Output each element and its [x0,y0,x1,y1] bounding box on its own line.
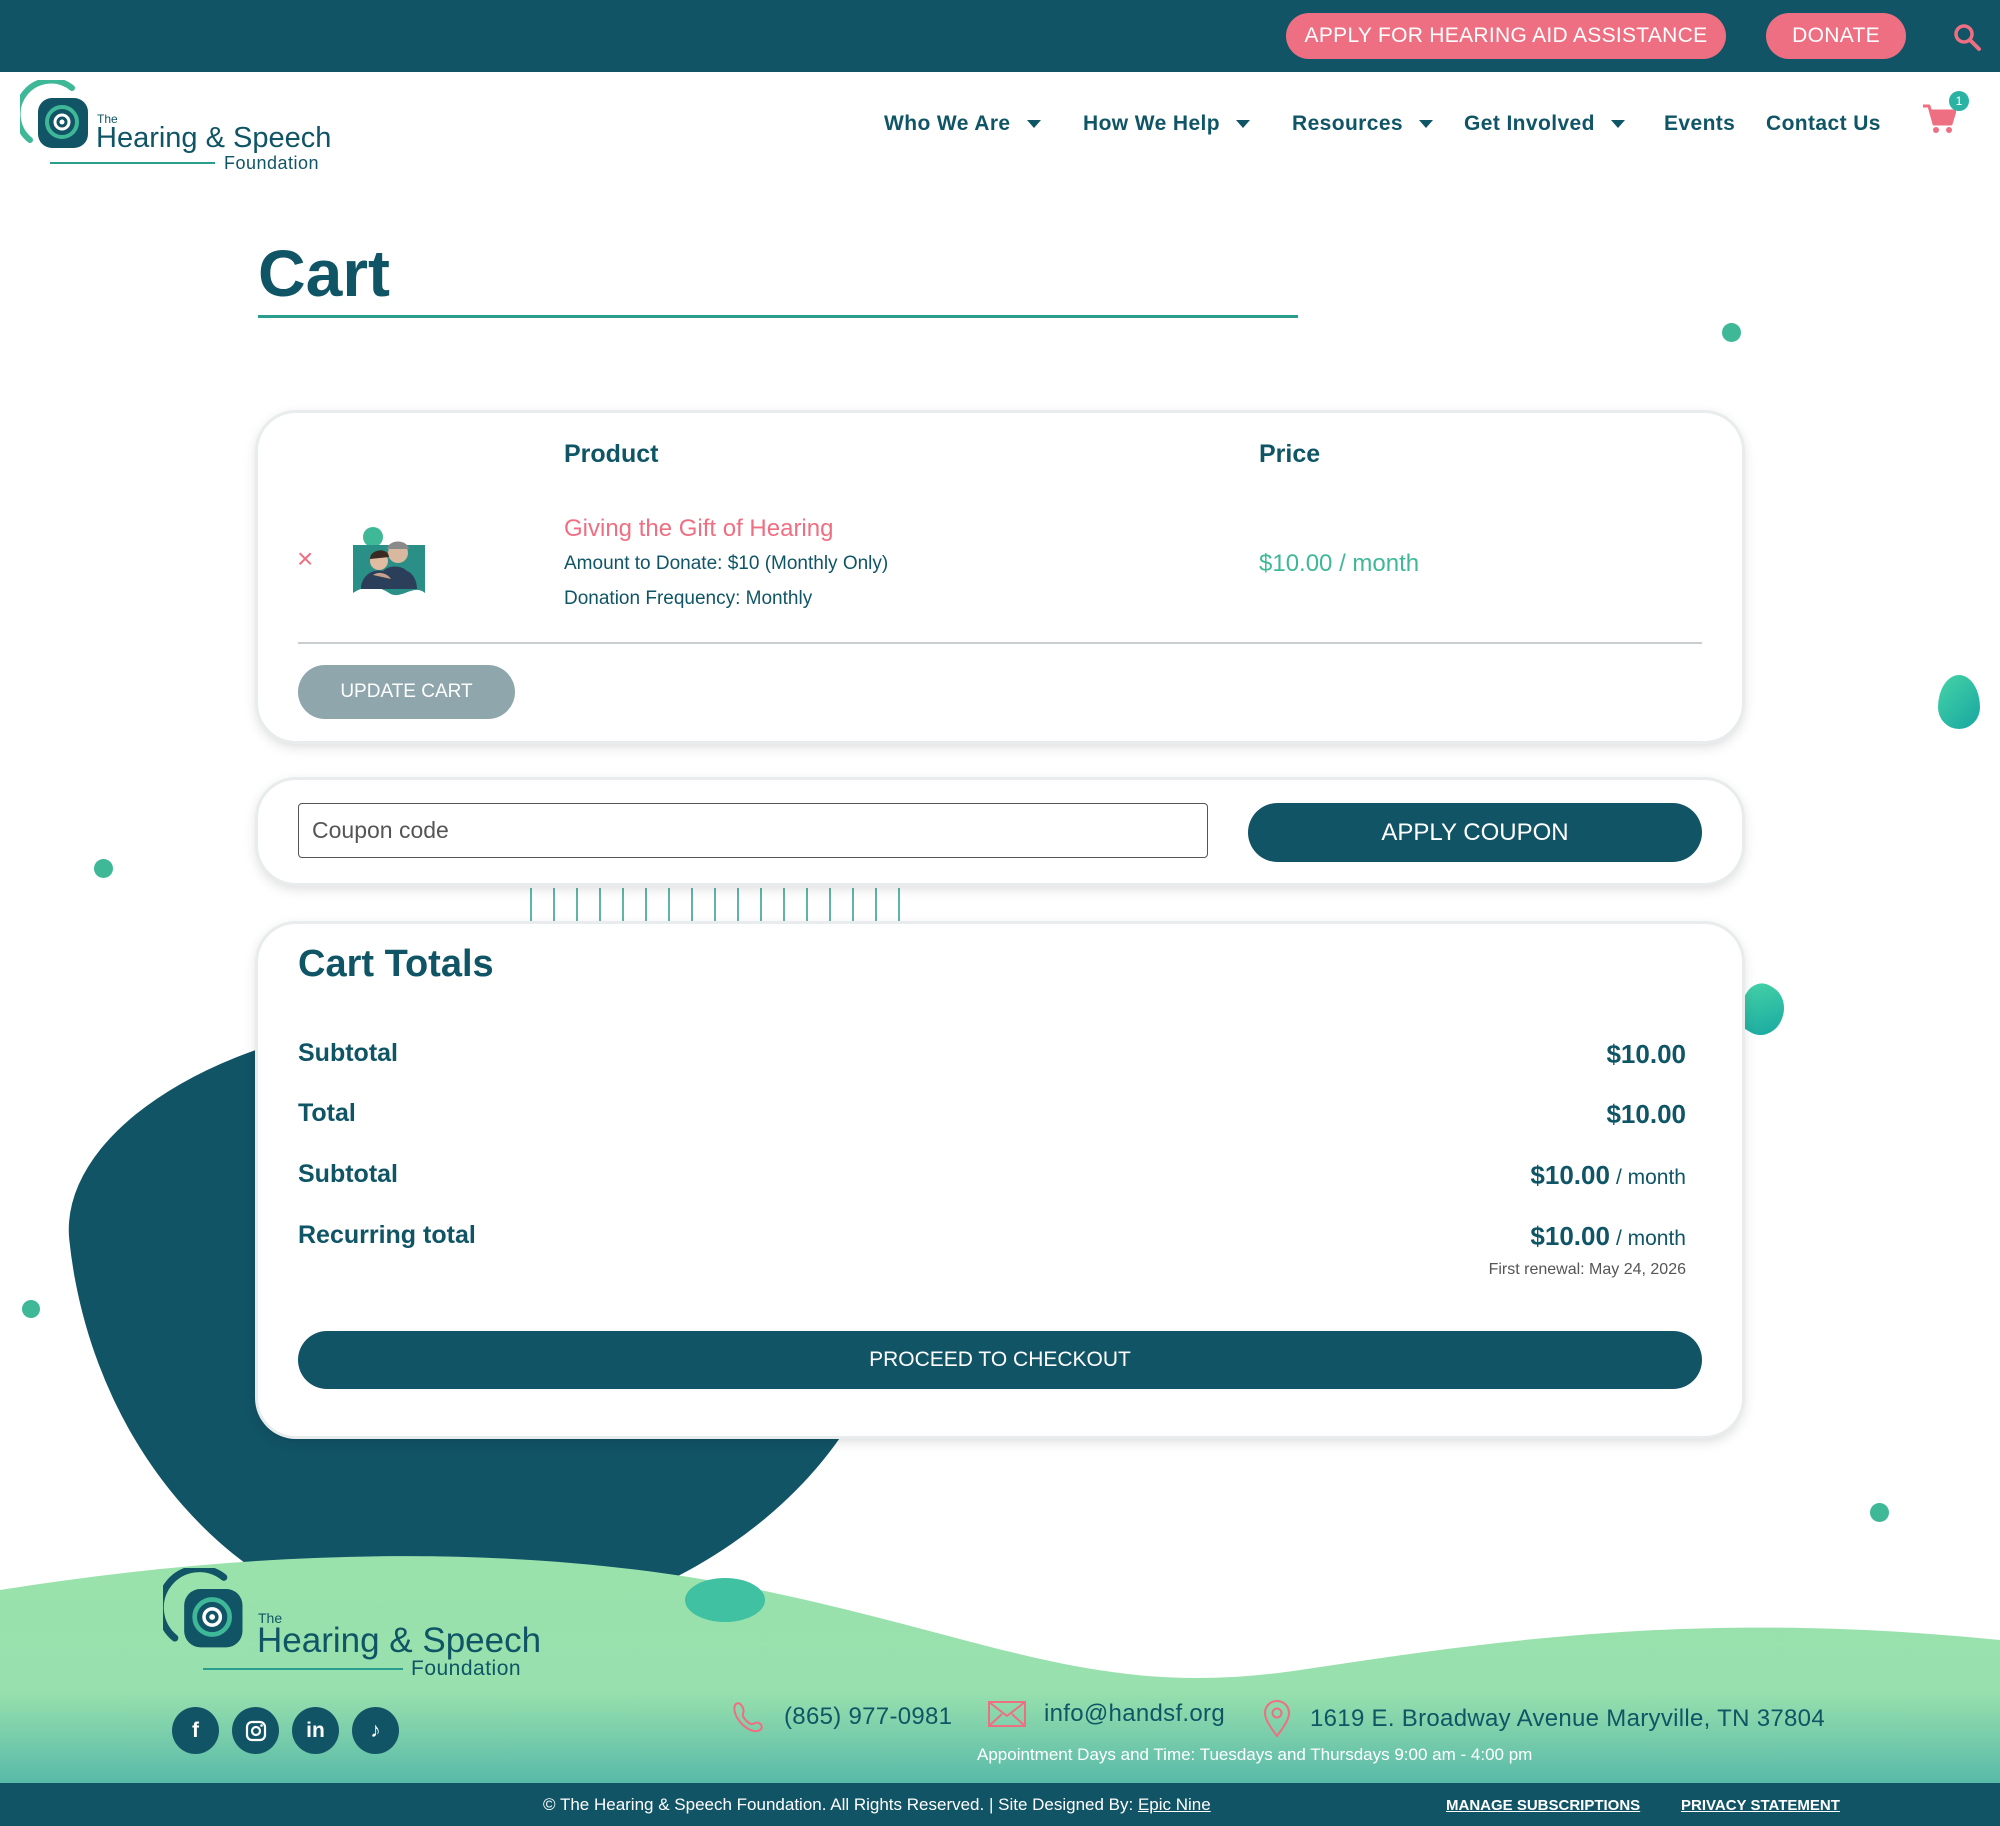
apply-coupon-button[interactable]: APPLY COUPON [1248,803,1702,862]
cart-count-badge: 1 [1949,91,1969,111]
chevron-down-icon [1236,120,1251,128]
logo-name: Hearing & Speech [257,1621,542,1660]
appointment-hours: Appointment Days and Time: Tuesdays and … [977,1745,1533,1764]
totals-total-label: Total [298,1099,356,1127]
logo-foundation: Foundation [224,153,320,173]
decorative-dot [1722,323,1741,342]
row-divider [298,642,1702,644]
recurring-subtotal-label: Subtotal [298,1160,398,1188]
nav-get-involved[interactable]: Get Involved [1464,112,1625,136]
donate-button[interactable]: DONATE [1766,13,1906,59]
designer-link[interactable]: Epic Nine [1138,1795,1211,1814]
decorative-stripes [530,888,900,924]
nav-label: Events [1664,112,1736,135]
chevron-down-icon [1026,120,1041,128]
product-thumbnail[interactable] [353,527,425,599]
site-logo[interactable]: The Hearing & Speech Foundation [20,80,332,175]
instagram-icon[interactable] [232,1707,279,1754]
logo-mark-icon [20,80,88,148]
linkedin-icon[interactable]: in [292,1707,339,1754]
title-underline [258,315,1298,318]
chevron-down-icon [1419,120,1433,128]
decorative-dot [94,859,113,878]
logo-rule [203,1668,403,1670]
recurring-subtotal-value: $10.00/ month [1530,1160,1686,1191]
nav-label: Who We Are [884,112,1011,135]
period: / month [1615,1227,1686,1250]
coupon-code-input[interactable] [298,803,1208,858]
nav-label: Contact Us [1766,112,1881,135]
phone-icon [733,1702,763,1733]
nav-events[interactable]: Events [1664,112,1735,136]
product-frequency: Donation Frequency: Monthly [564,588,813,609]
product-price: $10.00 / month [1259,550,1420,577]
phone-number: (865) 977-0981 [784,1703,953,1730]
totals-total-value: $10.00 [1606,1099,1686,1130]
facebook-icon[interactable]: f [172,1707,219,1754]
footer-phone[interactable]: (865) 977-0981 [728,1700,952,1734]
copyright-text: © The Hearing & Speech Foundation. All R… [543,1795,1138,1814]
footer-address[interactable]: 1619 E. Broadway Avenue Maryville, TN 37… [1262,1700,1825,1738]
footer-email[interactable]: info@handsf.org [988,1700,1225,1728]
nav-how-we-help[interactable]: How We Help [1083,112,1251,136]
column-header-price: Price [1259,440,1321,468]
recurring-total-value: $10.00/ month [1530,1221,1686,1252]
logo-foundation: Foundation [411,1657,522,1680]
nav-label: How We Help [1083,112,1221,135]
amount: $10.00 [1606,1039,1686,1069]
logo-mark-icon [163,1568,243,1648]
amount: $10.00 [1530,1221,1610,1251]
privacy-statement-link[interactable]: PRIVACY STATEMENT [1681,1797,1840,1814]
tiktok-icon[interactable]: ♪ [352,1707,399,1754]
footer-logo[interactable]: The Hearing & Speech Foundation [163,1568,543,1683]
search-icon[interactable] [1952,22,1982,52]
cart-totals-heading: Cart Totals [298,943,494,985]
amount: $10.00 [1530,1160,1610,1190]
first-renewal-date: First renewal: May 24, 2026 [1488,1261,1686,1278]
decorative-dot [22,1300,40,1318]
nav-label: Get Involved [1464,112,1595,135]
apply-assistance-button[interactable]: APPLY FOR HEARING AID ASSISTANCE [1286,13,1726,59]
product-amount: Amount to Donate: $10 (Monthly Only) [564,553,889,574]
recurring-total-label: Recurring total [298,1221,476,1249]
totals-subtotal-value: $10.00 [1606,1039,1686,1070]
mail-icon [988,1701,1026,1727]
page-title: Cart [258,236,391,310]
nav-resources[interactable]: Resources [1292,112,1433,136]
decorative-dot [1870,1503,1889,1522]
product-name-link[interactable]: Giving the Gift of Hearing [564,515,833,543]
update-cart-button[interactable]: UPDATE CART [298,665,515,719]
top-bar: APPLY FOR HEARING AID ASSISTANCE DONATE [0,0,2000,72]
copyright-notice: © The Hearing & Speech Foundation. All R… [543,1795,1211,1815]
chevron-down-icon [1610,120,1625,128]
nav-who-we-are[interactable]: Who We Are [884,112,1041,136]
decorative-drop [1938,675,1980,729]
logo-rule [50,162,215,164]
location-pin-icon [1263,1700,1291,1738]
manage-subscriptions-link[interactable]: MANAGE SUBSCRIPTIONS [1446,1797,1640,1814]
period: / month [1615,1166,1686,1189]
column-header-product: Product [564,440,659,468]
proceed-to-checkout-button[interactable]: PROCEED TO CHECKOUT [298,1331,1702,1389]
email-address: info@handsf.org [1044,1700,1225,1727]
amount: $10.00 [1606,1099,1686,1129]
nav-contact-us[interactable]: Contact Us [1766,112,1881,136]
nav-label: Resources [1292,112,1403,135]
totals-subtotal-label: Subtotal [298,1039,398,1067]
remove-item-icon[interactable]: × [297,545,313,573]
cart-page: APPLY FOR HEARING AID ASSISTANCE DONATE … [0,0,2000,1826]
logo-name: Hearing & Speech [96,122,332,154]
street-address: 1619 E. Broadway Avenue Maryville, TN 37… [1310,1705,1825,1732]
